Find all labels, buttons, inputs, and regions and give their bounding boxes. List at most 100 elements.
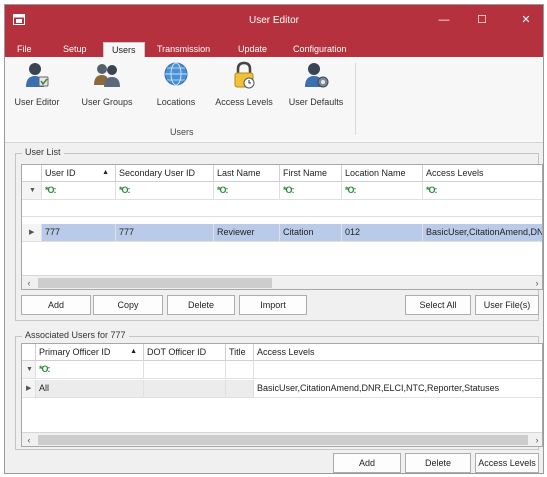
- cell-secondary-user-id[interactable]: 777: [116, 224, 214, 242]
- col-header-first-name[interactable]: First Name: [280, 165, 342, 182]
- cell-last-name[interactable]: Reviewer: [214, 224, 280, 242]
- filter-glyph: *O:: [283, 185, 294, 195]
- ribbon-separator: [355, 63, 356, 135]
- filter-glyph: *O:: [45, 185, 56, 195]
- col-primary-officer-id-label: Primary Officer ID: [39, 347, 111, 357]
- user-defaults-label: User Defaults: [288, 97, 344, 107]
- access-levels-button[interactable]: Access Levels: [475, 453, 539, 473]
- access-levels-ribbon-label: Access Levels: [215, 97, 273, 107]
- globe-icon: [164, 62, 188, 86]
- scroll-thumb[interactable]: [38, 435, 528, 445]
- add-user-button[interactable]: Add: [21, 295, 91, 315]
- cell-user-id[interactable]: 777: [42, 224, 116, 242]
- copy-user-button[interactable]: Copy: [93, 295, 163, 315]
- user-list-title: User List: [22, 147, 64, 157]
- row-header-corner: [22, 165, 42, 182]
- locations-label: Locations: [156, 97, 196, 107]
- user-defaults-button[interactable]: User Defaults: [285, 61, 347, 117]
- filter-glyph: *O:: [39, 364, 50, 374]
- assoc-cell-title[interactable]: [226, 380, 254, 398]
- scroll-thumb[interactable]: [38, 278, 272, 288]
- filter-glyph: *O:: [345, 185, 356, 195]
- filter-user-id[interactable]: *O:: [42, 182, 116, 200]
- access-levels-ribbon-button[interactable]: Access Levels: [213, 61, 275, 117]
- row-pointer-icon: ▶: [29, 229, 35, 236]
- user-icon: [26, 63, 49, 87]
- user-list-grid[interactable]: User ID ▲ Secondary User ID Last Name Fir…: [21, 164, 543, 290]
- associated-users-grid[interactable]: Primary Officer ID ▲ DOT Officer ID Title…: [21, 343, 543, 447]
- col-header-last-name[interactable]: Last Name: [214, 165, 280, 182]
- user-editor-label: User Editor: [14, 97, 60, 107]
- user-groups-button[interactable]: User Groups: [79, 61, 135, 117]
- user-list-hscrollbar[interactable]: ‹ ›: [22, 275, 542, 289]
- col-header-secondary-user-id[interactable]: Secondary User ID: [116, 165, 214, 182]
- sort-asc-icon: ▲: [130, 348, 137, 355]
- associated-users-title: Associated Users for 777: [22, 330, 129, 340]
- col-header-assoc-access-levels[interactable]: Access Levels: [254, 344, 542, 361]
- col-header-primary-officer-id[interactable]: Primary Officer ID ▲: [36, 344, 144, 361]
- window-title: User Editor: [248, 15, 299, 26]
- import-button[interactable]: Import: [239, 295, 307, 315]
- tab-configuration[interactable]: Configuration: [293, 42, 347, 57]
- tab-users[interactable]: Users: [103, 42, 145, 57]
- tab-update[interactable]: Update: [238, 42, 267, 57]
- users-group-icon: [94, 64, 120, 87]
- col-header-user-id[interactable]: User ID ▲: [42, 165, 116, 182]
- add-associated-button[interactable]: Add: [333, 453, 401, 473]
- assoc-cell-dot-officer-id[interactable]: [144, 380, 226, 398]
- cell-first-name[interactable]: Citation: [280, 224, 342, 242]
- locations-button[interactable]: Locations: [155, 61, 197, 117]
- scroll-right-icon[interactable]: ›: [530, 276, 542, 289]
- scroll-left-icon[interactable]: ‹: [22, 276, 36, 289]
- minimize-button[interactable]: —: [431, 12, 457, 28]
- delete-associated-button[interactable]: Delete: [405, 453, 471, 473]
- tab-setup[interactable]: Setup: [63, 42, 87, 57]
- filter-secondary-user-id[interactable]: *O:: [116, 182, 214, 200]
- title-bar: User Editor — ☐ ✕: [5, 5, 543, 39]
- select-all-button[interactable]: Select All: [405, 295, 471, 315]
- scroll-left-icon[interactable]: ‹: [22, 433, 36, 446]
- assoc-cell-access-levels[interactable]: BasicUser,CitationAmend,DNR,ELCI,NTC,Rep…: [254, 380, 542, 398]
- tab-file[interactable]: File: [17, 42, 32, 57]
- filter-location-name[interactable]: *O:: [342, 182, 423, 200]
- filter-row-indicator: ▼: [22, 182, 42, 200]
- sort-asc-icon: ▲: [102, 169, 109, 176]
- user-editor-window: User Editor — ☐ ✕ File Setup Users Trans…: [4, 4, 544, 474]
- assoc-filter-indicator: ▼: [22, 361, 36, 379]
- maximize-button[interactable]: ☐: [469, 12, 495, 28]
- col-header-location-name[interactable]: Location Name: [342, 165, 423, 182]
- new-row[interactable]: [22, 200, 542, 217]
- col-header-dot-officer-id[interactable]: DOT Officer ID: [144, 344, 226, 361]
- ribbon-panel: User Editor User Groups Locations Access…: [5, 57, 543, 143]
- assoc-hscrollbar[interactable]: ‹ ›: [22, 432, 542, 446]
- scroll-right-icon[interactable]: ›: [530, 433, 542, 446]
- filter-last-name[interactable]: *O:: [214, 182, 280, 200]
- user-files-button[interactable]: User File(s): [475, 295, 539, 315]
- col-user-id-label: User ID: [45, 168, 76, 178]
- lock-icon: [234, 61, 255, 89]
- assoc-row-header-corner: [22, 344, 36, 361]
- col-header-access-levels[interactable]: Access Levels: [423, 165, 542, 182]
- user-defaults-icon: [305, 63, 329, 88]
- filter-icon: ▼: [29, 187, 36, 194]
- row-pointer-icon: ▶: [26, 385, 32, 392]
- cell-location-name[interactable]: 012: [342, 224, 423, 242]
- close-button[interactable]: ✕: [513, 12, 539, 28]
- assoc-filter-title[interactable]: [226, 361, 254, 379]
- delete-user-button[interactable]: Delete: [167, 295, 235, 315]
- assoc-filter-primary-officer-id[interactable]: *O:: [36, 361, 144, 379]
- assoc-row-indicator[interactable]: ▶: [22, 380, 36, 398]
- tab-transmission[interactable]: Transmission: [157, 42, 210, 57]
- assoc-cell-primary-officer-id[interactable]: All: [36, 380, 144, 398]
- filter-access-levels[interactable]: *O:: [423, 182, 542, 200]
- cell-access-levels[interactable]: BasicUser,CitationAmend,DN: [423, 224, 542, 242]
- assoc-filter-dot-officer-id[interactable]: [144, 361, 226, 379]
- filter-icon: ▼: [26, 366, 33, 373]
- row-indicator[interactable]: ▶: [22, 224, 42, 242]
- assoc-filter-access-levels[interactable]: [254, 361, 542, 379]
- user-groups-label: User Groups: [81, 97, 133, 107]
- ribbon-tab-bar: File Setup Users Transmission Update Con…: [5, 39, 543, 57]
- filter-first-name[interactable]: *O:: [280, 182, 342, 200]
- col-header-title[interactable]: Title: [226, 344, 254, 361]
- user-editor-button[interactable]: User Editor: [13, 61, 61, 117]
